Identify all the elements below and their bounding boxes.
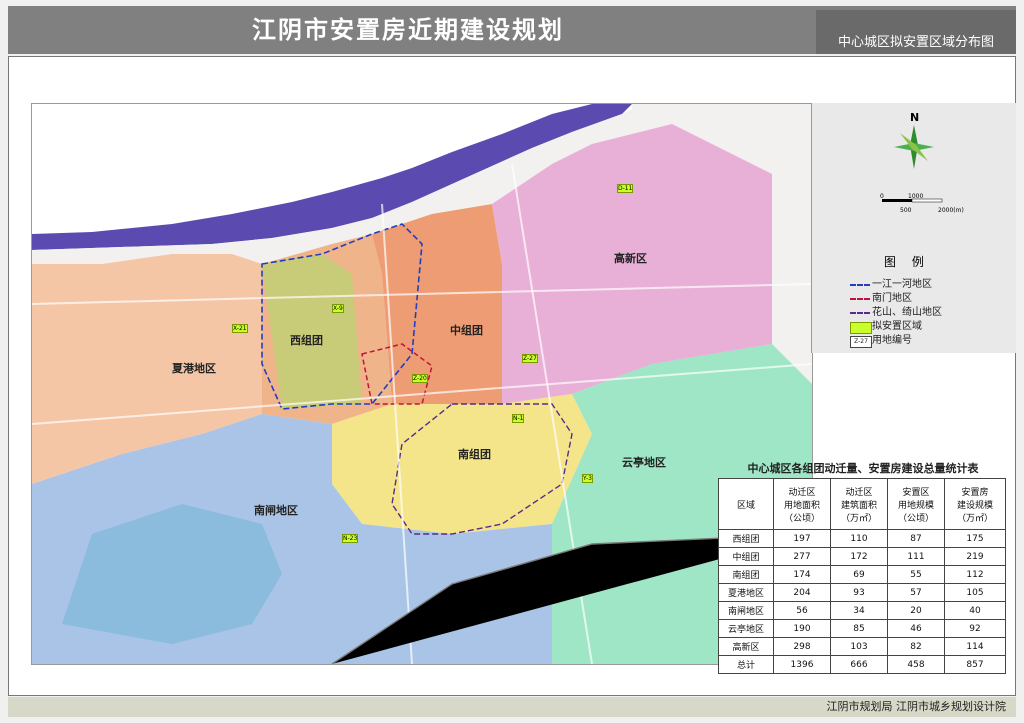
page-title: 江阴市安置房近期建设规划: [252, 16, 564, 44]
table-row: 夏港地区 204 93 57 105: [718, 583, 1006, 602]
lot-n-1: N-1: [512, 414, 525, 423]
lot-d-11: D-11: [617, 184, 634, 193]
legend-swatch-icon: [850, 298, 870, 300]
lot-x-21: X-21: [232, 324, 248, 333]
table-header-cell: 安置区 用地规模 （公顷）: [887, 478, 945, 530]
stats-table: 区域 动迁区 用地面积 （公顷） 动迁区 建筑面积 （万㎡） 安置区 用地规模 （公顷） 安…: [718, 478, 1006, 674]
footer-bar: 江阴市规划局 江阴市城乡规划设计院: [8, 697, 1016, 717]
area-label-high-tech: 高新区: [614, 252, 647, 265]
lot-z-27: Z-27: [522, 354, 538, 363]
lot-y-1: Y-3: [582, 474, 593, 483]
land-use-map: 高新区 中组团 西组团 夏港地区 南组团 云亭地区 南闸地区 X-21 X-9 …: [31, 103, 813, 665]
table-header-cell: 动迁区 用地面积 （公顷）: [773, 478, 831, 530]
table-row: 西组团 197 110 87 175: [718, 529, 1006, 548]
scale-label-500: 500: [900, 207, 912, 214]
map-subtitle: 中心城区拟安置区域分布图: [816, 10, 1016, 54]
table-header-cell: 动迁区 建筑面积 （万㎡）: [830, 478, 888, 530]
table-header-cell: 安置房 建设规模 （万㎡）: [944, 478, 1006, 530]
footer-credits: 江阴市规划局 江阴市城乡规划设计院: [826, 700, 1007, 713]
lot-n-23: N-23: [342, 534, 359, 543]
compass-icon: [894, 125, 934, 169]
legend-item-resettlement: 拟安置区域: [850, 321, 922, 334]
scale-label-0: 0: [880, 193, 884, 200]
area-label-yunting: 云亭地区: [622, 456, 666, 469]
legend-item-huashan: 花山、绮山地区: [850, 307, 942, 319]
table-row-total: 总计 1396 666 458 857: [718, 655, 1006, 674]
area-label-nanzha: 南闸地区: [254, 504, 298, 517]
legend-title: 图 例: [884, 255, 930, 269]
legend-code-sample: Z-27: [850, 336, 872, 348]
lot-z-20: Z-20: [412, 374, 428, 383]
table-row: 南组团 174 69 55 112: [718, 565, 1006, 584]
header-bar: 江阴市安置房近期建设规划 中心城区拟安置区域分布图: [8, 6, 1016, 54]
legend-swatch-icon: [850, 284, 870, 286]
table-header-row: 区域 动迁区 用地面积 （公顷） 动迁区 建筑面积 （万㎡） 安置区 用地规模 （公顷） 安…: [718, 478, 1006, 530]
legend-item-lot-code: Z-27 用地编号: [850, 335, 912, 348]
scale-label-2000: 2000(m): [938, 207, 964, 214]
table-header-cell: 区域: [718, 478, 774, 530]
map-legend-panel: N 0 1000 500 2000(m) 图 例 一江一河地区 南门地区 花山、…: [811, 103, 1016, 353]
scale-label-1000: 1000: [908, 193, 924, 200]
compass-north-label: N: [910, 111, 920, 124]
table-row: 中组团 277 172 111 219: [718, 547, 1006, 566]
table-row: 南闸地区 56 34 20 40: [718, 601, 1006, 620]
legend-item-yijiang: 一江一河地区: [850, 279, 932, 291]
map-svg: [32, 104, 812, 664]
area-label-central-group: 中组团: [450, 324, 483, 337]
area-label-south-group: 南组团: [458, 448, 491, 461]
legend-swatch-icon: [850, 322, 872, 334]
area-label-xiagang: 夏港地区: [172, 362, 216, 375]
area-label-west-group: 西组团: [290, 334, 323, 347]
table-row: 高新区 298 103 82 114: [718, 637, 1006, 656]
table-row: 云亭地区 190 85 46 92: [718, 619, 1006, 638]
lot-x-9: X-9: [332, 304, 344, 313]
legend-swatch-icon: [850, 312, 870, 314]
legend-item-nanmen: 南门地区: [850, 293, 912, 305]
area-central-group: [372, 204, 502, 404]
stats-table-title: 中心城区各组团动迁量、安置房建设总量统计表: [747, 462, 979, 475]
map-frame: 江阴市安置房近期建设规划 中心城区拟安置区域分布图 高新区 中组团 西组团 夏港…: [0, 0, 1024, 723]
